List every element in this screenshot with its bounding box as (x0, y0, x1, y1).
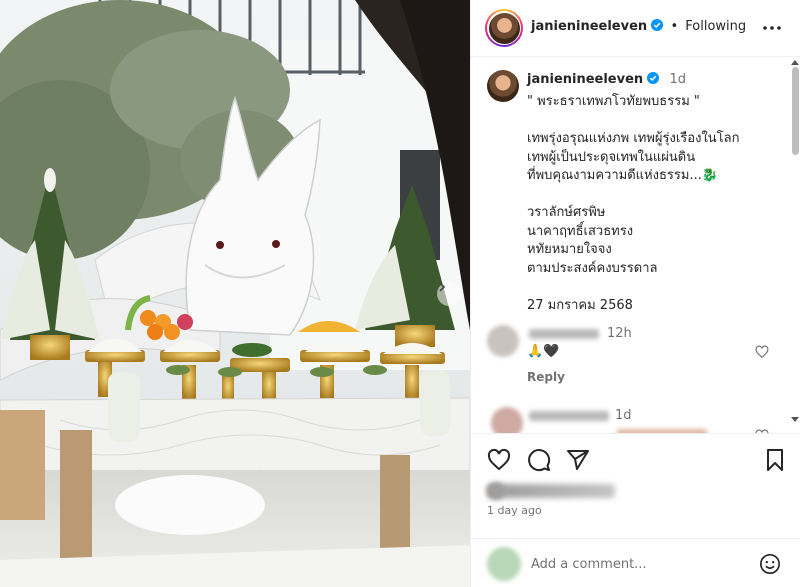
commenter-username[interactable] (529, 411, 609, 421)
comments-scroll-area[interactable]: janienineeleven 1d " พระธราเทพภโวทัยพบธร… (471, 57, 789, 433)
more-options-icon (763, 26, 781, 30)
add-comment-bar (471, 538, 800, 587)
scroll-down-icon[interactable] (791, 415, 799, 423)
post-header: janienineeleven • Following (471, 0, 800, 57)
author-username[interactable]: janienineeleven (531, 19, 647, 34)
likes-summary[interactable] (487, 484, 615, 498)
comment-item: 1d (487, 407, 777, 433)
caption-line (527, 278, 787, 297)
separator-dot: • (670, 19, 679, 34)
commenter-avatar[interactable] (491, 407, 523, 433)
post-details-panel: janienineeleven • Following janienineele… (470, 0, 800, 587)
reply-button[interactable]: Reply (527, 370, 565, 384)
post-actions: 1 day ago (471, 433, 800, 587)
comment-icon[interactable] (527, 448, 551, 472)
post-time-ago[interactable]: 1 day ago (487, 504, 542, 517)
share-icon[interactable] (566, 448, 590, 472)
caption-username[interactable]: janienineeleven (527, 72, 643, 87)
comment-item: 12h 🙏🖤 Reply (487, 323, 777, 393)
caption-text: " พระธราเทพภโวทัยพบธรรม " เทพรุ่งอรุณแห่… (527, 93, 787, 315)
verified-badge-icon (647, 72, 660, 84)
chevron-right-icon (439, 282, 446, 292)
caption-line (527, 112, 787, 131)
caption-avatar[interactable] (487, 70, 519, 102)
scrollbar-thumb[interactable] (792, 67, 799, 155)
comments-scrollbar[interactable] (789, 57, 800, 433)
heart-icon[interactable] (487, 448, 511, 472)
caption-header: janienineeleven 1d (527, 72, 686, 87)
caption-line (527, 186, 787, 205)
emoji-icon[interactable] (759, 553, 781, 575)
more-options-button[interactable] (761, 18, 783, 38)
commenter-username[interactable] (529, 329, 599, 339)
following-button[interactable]: Following (685, 19, 746, 34)
commenter-avatar[interactable] (487, 325, 519, 357)
caption-line: ตามประสงค์คงบรรดาล (527, 260, 658, 276)
scroll-up-icon[interactable] (791, 59, 799, 67)
caption-line: 27 มกราคม 2568 (527, 297, 633, 313)
caption-line: " พระธราเทพภโวทัยพบธรรม " (527, 94, 700, 109)
post-photo[interactable] (0, 0, 470, 587)
comment-time[interactable]: 1d (615, 408, 632, 423)
bookmark-icon[interactable] (763, 448, 787, 472)
caption-line: วราลักษ์ศรพิษ (527, 205, 606, 220)
next-photo-button[interactable] (437, 282, 461, 306)
comment-text: 🙏🖤 (527, 344, 560, 359)
caption-line: เทพผู้เป็นประดุจเทพในแผ่นดิน (527, 149, 696, 165)
caption-time[interactable]: 1d (669, 72, 686, 87)
caption-line: เทพรุ่งอรุณแห่งภพ เทพผู้รุ่งเรืองในโลก (527, 131, 740, 146)
header-user: janienineeleven • Following (531, 19, 746, 34)
comment-input[interactable] (531, 554, 751, 574)
post-image (0, 0, 470, 587)
author-avatar[interactable] (485, 9, 523, 47)
comment-time[interactable]: 12h (607, 326, 632, 341)
verified-badge-icon (651, 19, 664, 31)
caption-line: นาคาฤทธิ์เสวธทรง (527, 223, 634, 239)
caption-line: หทัยหมายใจจง (527, 242, 612, 257)
viewer-avatar (487, 547, 521, 581)
caption-line: ที่พบคุณงามความดีแห่งธรรม...🐉 (527, 168, 719, 183)
heart-icon[interactable] (755, 345, 769, 359)
